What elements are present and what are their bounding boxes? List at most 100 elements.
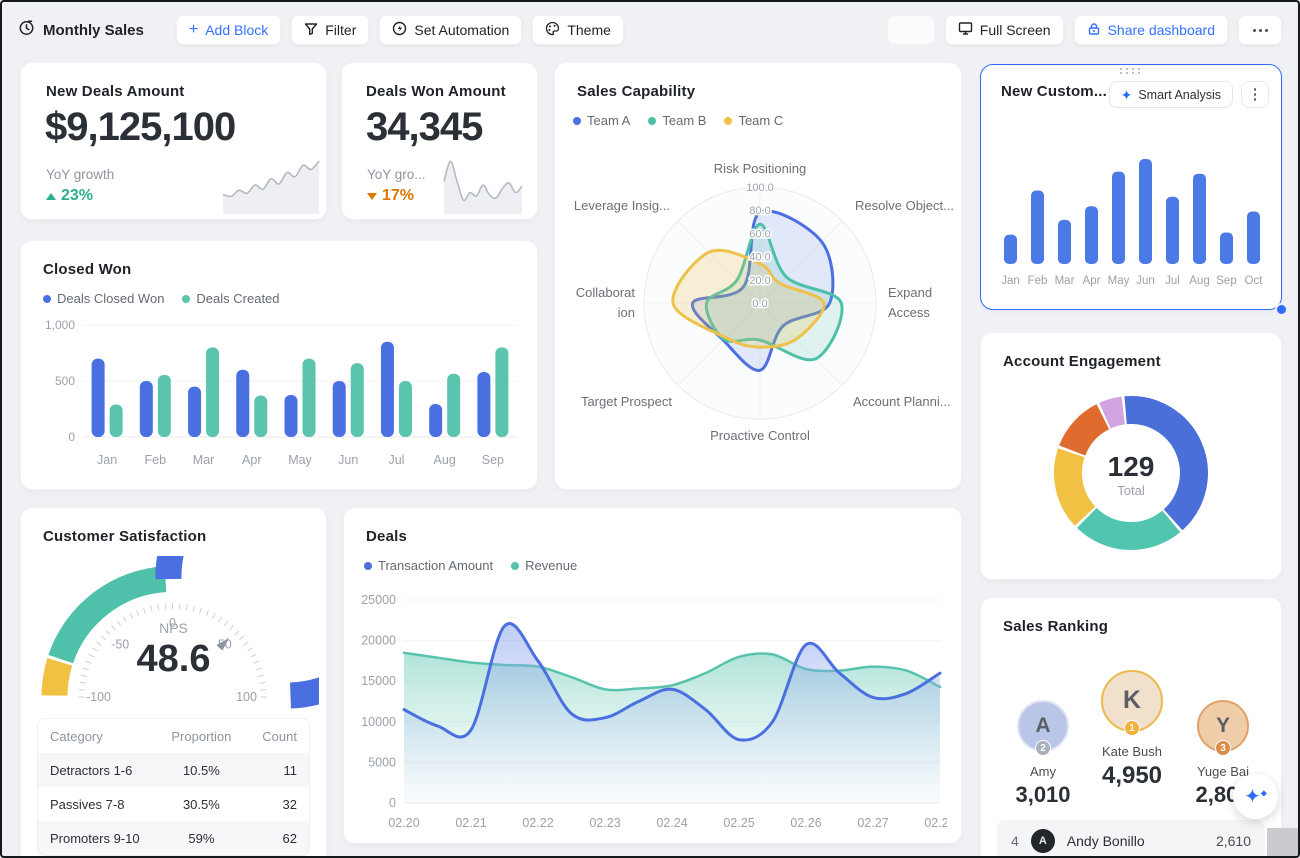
kpi-delta: 23% [46,187,93,205]
trend-down-icon [367,192,377,200]
table-row[interactable]: Detractors 1-6 10.5% 11 [38,753,309,787]
svg-text:02.22: 02.22 [522,816,553,830]
bar [1166,196,1179,264]
bar [1112,171,1125,264]
bar [447,373,461,437]
sparkline-chart [442,151,524,220]
svg-text:Proactive Control: Proactive Control [710,428,810,443]
card-new-deals[interactable]: New Deals Amount $9,125,100 YoY growth 2… [20,62,327,220]
filter-button[interactable]: Filter [291,15,370,45]
smart-analysis-button[interactable]: ✦ Smart Analysis [1108,81,1233,108]
legend-item[interactable]: Transaction Amount [364,558,493,573]
card-title: New Custom... [1001,83,1107,100]
resize-handle[interactable] [1275,303,1288,316]
legend-item[interactable]: Revenue [511,558,577,573]
theme-button[interactable]: Theme [532,15,624,45]
svg-text:15000: 15000 [361,674,396,688]
plus-icon: + [188,21,199,38]
bar [1220,232,1233,264]
bar [429,403,443,437]
bar [350,363,364,437]
card-new-customers[interactable]: New Custom... ✦ Smart Analysis Jan Feb Mar… [980,64,1288,316]
card-menu-button[interactable] [1241,81,1269,108]
kpi-value: 34,345 [366,105,483,149]
svg-text:Sep: Sep [1216,275,1236,287]
legend-item[interactable]: Deals Created [182,291,280,306]
card-sales-ranking[interactable]: Sales Ranking A 2 Amy 3,010 K 1 Kate Bus… [980,597,1282,856]
svg-text:02.20: 02.20 [388,816,419,830]
rank-number: 4 [1011,833,1019,849]
ranking-person[interactable]: A 2 Amy 3,010 [1003,700,1083,808]
share-dashboard-button[interactable]: Share dashboard [1073,15,1228,45]
donut-total-value: 129 [1107,451,1155,482]
svg-text:Aug: Aug [1189,275,1209,287]
svg-text:02.25: 02.25 [723,816,754,830]
svg-text:Aug: Aug [434,453,456,467]
avatar: A [1030,829,1055,853]
ranking-list-row[interactable]: 4 A Andy Bonillo 2,610 [997,820,1265,856]
table-row[interactable]: Passives 7-8 30.5% 32 [38,787,309,821]
svg-text:02.27: 02.27 [857,816,888,830]
lock-icon [1087,22,1101,39]
theme-icon [545,21,560,39]
card-title: Account Engagement [1003,353,1161,370]
drag-handle-icon[interactable] [1120,68,1142,74]
svg-text:ion: ion [618,305,635,320]
more-button[interactable] [1238,15,1282,45]
filter-icon [304,22,318,39]
card-title: Deals [366,528,408,545]
card-sales-capability[interactable]: Sales Capability Team A Team B Team C 0.0 2… [554,62,962,490]
person-name: Kate Bush [1102,744,1162,759]
table-row[interactable]: Promoters 9-10 59% 62 [38,821,309,855]
card-customer-satisfaction[interactable]: Customer Satisfaction -100-50050100 NPS … [20,446,418,856]
fullscreen-icon [958,21,973,39]
svg-text:5000: 5000 [368,755,396,769]
bar [332,381,346,437]
svg-text:0: 0 [389,796,396,810]
full-screen-button[interactable]: Full Screen [944,15,1064,45]
card-title: New Deals Amount [46,83,185,100]
svg-text:Sep: Sep [482,453,504,467]
svg-text:Mar: Mar [1055,275,1075,287]
sparkline-chart [221,153,321,220]
bar [139,381,153,437]
card-account-engagement[interactable]: Account Engagement 129 Total [980,332,1282,580]
svg-text:May: May [1108,275,1130,287]
automation-icon [392,21,407,39]
add-block-button[interactable]: + Add Block [175,15,282,45]
ai-assistant-button[interactable]: ✦◆ [1233,774,1278,819]
card-deals[interactable]: Deals Transaction Amount Revenue 0 5000 100… [343,507,962,844]
radar-chart: 0.0 20.0 40.0 60.0 80.0 100.0 Risk Positioning… [555,63,961,489]
svg-text:02.28: 02.28 [924,816,947,830]
card-closed-won[interactable]: Closed Won Deals Closed Won Deals Created… [20,240,538,490]
svg-text:40.0: 40.0 [749,252,770,264]
legend-item[interactable]: Deals Closed Won [43,291,164,306]
svg-text:May: May [288,453,312,467]
kpi-delta: 17% [367,187,414,205]
toolbar-blank-button[interactable] [886,15,935,45]
gauge-label: NPS [159,620,188,636]
svg-text:02.21: 02.21 [455,816,486,830]
avatar: A 2 [1017,700,1069,756]
bar-chart: Jan Feb Mar Apr May Jun Jul Aug Sep Oct [997,123,1267,298]
legend-label: Deals Closed Won [57,291,165,306]
svg-text:Collaborat: Collaborat [576,285,636,300]
ranking-person[interactable]: K 1 Kate Bush 4,950 [1087,670,1177,790]
card-title: Deals Won Amount [366,83,506,100]
kpi-value: $9,125,100 [45,105,236,149]
dashboard-screen: Monthly Sales + Add Block Filter Set Aut… [0,0,1300,858]
card-deals-won[interactable]: Deals Won Amount 34,345 YoY gro... 17% [341,62,538,220]
bar [380,341,394,437]
card-title: Customer Satisfaction [43,528,207,545]
svg-text:10000: 10000 [361,715,396,729]
bar [284,395,298,437]
svg-text:Apr: Apr [242,453,261,467]
svg-text:Leverage Insig...: Leverage Insig... [574,198,670,213]
legend: Transaction Amount Revenue [364,558,577,573]
more-icon [1252,28,1268,32]
set-automation-button[interactable]: Set Automation [379,15,523,45]
svg-text:02.26: 02.26 [790,816,821,830]
svg-text:Oct: Oct [1245,275,1264,287]
trend-up-icon [46,192,56,200]
svg-text:Jan: Jan [1001,275,1020,287]
